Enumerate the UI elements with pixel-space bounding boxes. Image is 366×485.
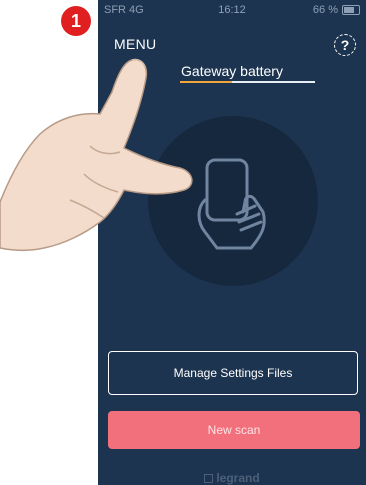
phone-in-hand-icon (197, 158, 266, 250)
status-battery: 66 % (313, 4, 360, 16)
status-bar: SFR 4G 16:12 66 % (98, 0, 366, 26)
legrand-logo-icon (204, 473, 214, 483)
manage-settings-button[interactable]: Manage Settings Files (108, 351, 358, 395)
brand-logo: legrand (98, 471, 366, 485)
step-badge: 1 (61, 6, 91, 36)
battery-percent: 66 % (312, 4, 338, 16)
battery-icon (342, 5, 360, 15)
new-scan-button[interactable]: New scan (108, 411, 360, 449)
pointing-hand-icon (0, 58, 193, 252)
menu-button[interactable]: MENU (114, 36, 156, 52)
brand-name: legrand (216, 471, 260, 485)
help-button[interactable]: ? (334, 34, 356, 56)
